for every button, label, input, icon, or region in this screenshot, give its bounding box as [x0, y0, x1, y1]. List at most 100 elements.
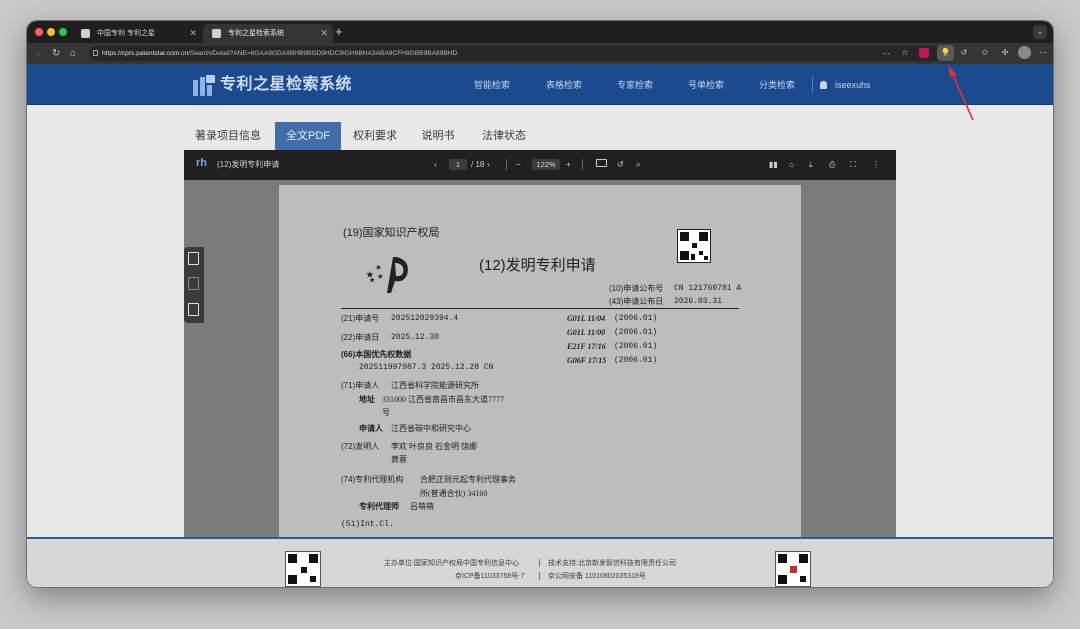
browser-window: 中国专利 专利之星 ✕ 专利之星检索系统 ✕ + ⌄ ← ↻ ⌂ https:/… — [26, 20, 1054, 588]
browser-tab-title: 中国专利 专利之星 — [97, 30, 155, 37]
footer-police-link[interactable]: 京公网安备 11010802035318号 — [548, 572, 646, 581]
zoom-out-icon[interactable]: − — [516, 159, 521, 170]
fullscreen-icon[interactable]: ⛶ — [850, 159, 856, 170]
download-icon[interactable]: ⤓ — [809, 159, 813, 170]
fit-page-icon[interactable] — [596, 159, 607, 167]
browser-tab-title: 专利之星检索系统 — [228, 30, 284, 37]
site-header: 专利之星检索系统 智能检索 表格检索 专家检索 号单检索 分类检索 iseexu… — [27, 64, 1053, 105]
inventor-label: (72)发明人 — [341, 442, 380, 451]
pdf-document-title: (12)发明专利申请 — [217, 160, 280, 169]
rotate-icon[interactable]: ↺ — [617, 159, 624, 170]
tab-bibliographic[interactable]: 著录项目信息 — [192, 122, 264, 150]
applicant-label: (71)申请人 — [341, 381, 380, 390]
nav-expert-search[interactable]: 专家检索 — [617, 79, 653, 91]
more-dots-icon[interactable]: ⋯ — [880, 48, 892, 60]
lock-icon — [93, 50, 98, 56]
browser-menu-icon[interactable]: ⋯ — [1037, 47, 1049, 59]
priority-label: (66)本国优先权数据 — [341, 350, 412, 359]
page-number-input[interactable]: 1 — [449, 159, 467, 170]
site-brand: 专利之星检索系统 — [220, 76, 353, 93]
address-line-1: 331000 江西省南昌市昌东大道7777 — [382, 395, 504, 404]
extensions-puzzle-icon[interactable]: ✣ — [999, 47, 1011, 59]
patent-qr-code — [677, 229, 711, 263]
tab-claims[interactable]: 权利要求 — [348, 122, 402, 150]
applicant2-name: 江西省碳中和研究中心 — [391, 424, 471, 433]
print-icon[interactable]: ⎙ — [829, 159, 835, 170]
classification-code: G01L 11/04 — [567, 314, 606, 323]
footer-sponsor: 主办单位:国家知识产权局中国专利信息中心 — [384, 560, 519, 567]
page-total: / 18 — [471, 160, 485, 169]
address-line-2: 号 — [382, 408, 390, 417]
new-tab-button[interactable]: + — [335, 23, 343, 41]
classification-version: (2006.01) — [614, 356, 658, 365]
nav-smart-search[interactable]: 智能检索 — [474, 79, 510, 91]
page-content: 专利之星检索系统 智能检索 表格检索 专家检索 号单检索 分类检索 iseexu… — [27, 64, 1053, 587]
agency-line-1: 合肥正则元起专利代理事务 — [420, 475, 516, 484]
next-page-icon[interactable]: › — [487, 159, 490, 170]
user-menu[interactable]: iseexuhs — [820, 79, 871, 91]
applicant-name: 江西省科学院能源研究所 — [391, 381, 479, 390]
tab-full-pdf[interactable]: 全文PDF — [275, 122, 341, 150]
priority-value: 202511997987.3 2025.12.28 CN — [359, 363, 494, 372]
home-icon[interactable]: ⌂ — [70, 47, 76, 60]
url-host: https://cprs.patentstar.com.cn — [102, 50, 189, 57]
cast-icon[interactable]: ⌂ — [789, 159, 794, 170]
back-arrow-icon[interactable]: ← — [34, 47, 44, 60]
app-number: 202512029394.4 — [391, 314, 459, 323]
agency-label: (74)专利代理机构 — [341, 475, 404, 484]
app-date-label: (22)申请日 — [341, 333, 380, 342]
outline-list-icon[interactable] — [188, 277, 199, 290]
refresh-extension-icon[interactable]: ↺ — [958, 47, 970, 59]
nav-number-search[interactable]: 号单检索 — [688, 79, 724, 91]
footer-qr-right — [775, 551, 811, 587]
toolbar-divider — [582, 159, 583, 170]
attachment-icon[interactable] — [188, 303, 199, 316]
classification-version: (2006.01) — [614, 342, 658, 351]
agency-line-2: 所(普通合伙) 34160 — [420, 489, 488, 498]
nav-classification-search[interactable]: 分类检索 — [759, 79, 795, 91]
prev-page-icon[interactable]: ‹ — [434, 159, 437, 170]
close-window-button[interactable] — [35, 28, 43, 36]
footer-icp-link[interactable]: 京ICP备11033758号-7 — [455, 572, 525, 581]
search-icon[interactable]: ⌕ — [636, 159, 640, 170]
more-options-icon[interactable]: ⋮ — [872, 159, 880, 170]
favorites-icon[interactable]: ✩ — [979, 47, 991, 59]
pdf-toolbar: rh (12)发明专利申请 ‹ 1 / 18 › − 122% + ↺ ⌕ ▮▮… — [184, 150, 896, 180]
favorite-star-icon[interactable]: ☆ — [899, 47, 911, 59]
inventors-line-1: 李欢 叶良良 石金明 饶娜 — [391, 442, 477, 451]
footer-divider — [539, 572, 540, 580]
maximize-window-button[interactable] — [59, 28, 67, 36]
pdf-page: (19)国家知识产权局 (12)发明专利申请 (10)申请公布号 CN 1217… — [279, 185, 801, 537]
lightbulb-extension-icon[interactable]: 💡 — [937, 45, 954, 61]
page-thumbnail-icon[interactable] — [188, 252, 199, 265]
tab-close-icon[interactable]: ✕ — [320, 24, 328, 43]
tab-legal-status[interactable]: 法律状态 — [474, 122, 534, 150]
tab-description[interactable]: 说明书 — [414, 122, 462, 150]
tab-favicon-icon — [212, 29, 221, 38]
reload-icon[interactable]: ↻ — [52, 47, 60, 60]
minimize-window-button[interactable] — [47, 28, 55, 36]
tab-close-icon[interactable]: ✕ — [189, 24, 197, 43]
app-date: 2025.12.30 — [391, 333, 440, 342]
browser-tab-1[interactable]: 中国专利 专利之星 ✕ — [72, 24, 202, 43]
extension-icon[interactable] — [919, 48, 929, 58]
url-path: /Search/Detail?ANE=8GAA9GDA9BHB9BGD9HDC9… — [188, 50, 458, 57]
applicant2-label: 申请人 — [359, 424, 383, 433]
zoom-level[interactable]: 122% — [532, 159, 560, 170]
user-icon — [820, 81, 827, 89]
tab-list-chevron-icon[interactable]: ⌄ — [1033, 25, 1047, 39]
nav-table-search[interactable]: 表格检索 — [546, 79, 582, 91]
two-page-icon[interactable]: ▮▮ — [769, 159, 778, 170]
url-bar[interactable]: https://cprs.patentstar.com.cn/Search/De… — [89, 46, 944, 61]
browser-tab-2[interactable]: 专利之星检索系统 ✕ — [203, 24, 333, 43]
patentstar-logo — [193, 75, 215, 96]
zoom-in-icon[interactable]: + — [566, 159, 571, 170]
address-toolbar: ← ↻ ⌂ https://cprs.patentstar.com.cn/Sea… — [27, 43, 1053, 64]
cnipa-emblem-icon — [366, 257, 408, 293]
pub-number-label: (10)申请公布号 — [609, 284, 664, 293]
agent-label: 专利代理师 — [359, 502, 399, 511]
footer-divider — [539, 559, 540, 567]
profile-avatar[interactable] — [1018, 46, 1031, 59]
classification-code: G01L 11/00 — [567, 328, 606, 337]
pub-date-label: (43)申请公布日 — [609, 297, 664, 306]
